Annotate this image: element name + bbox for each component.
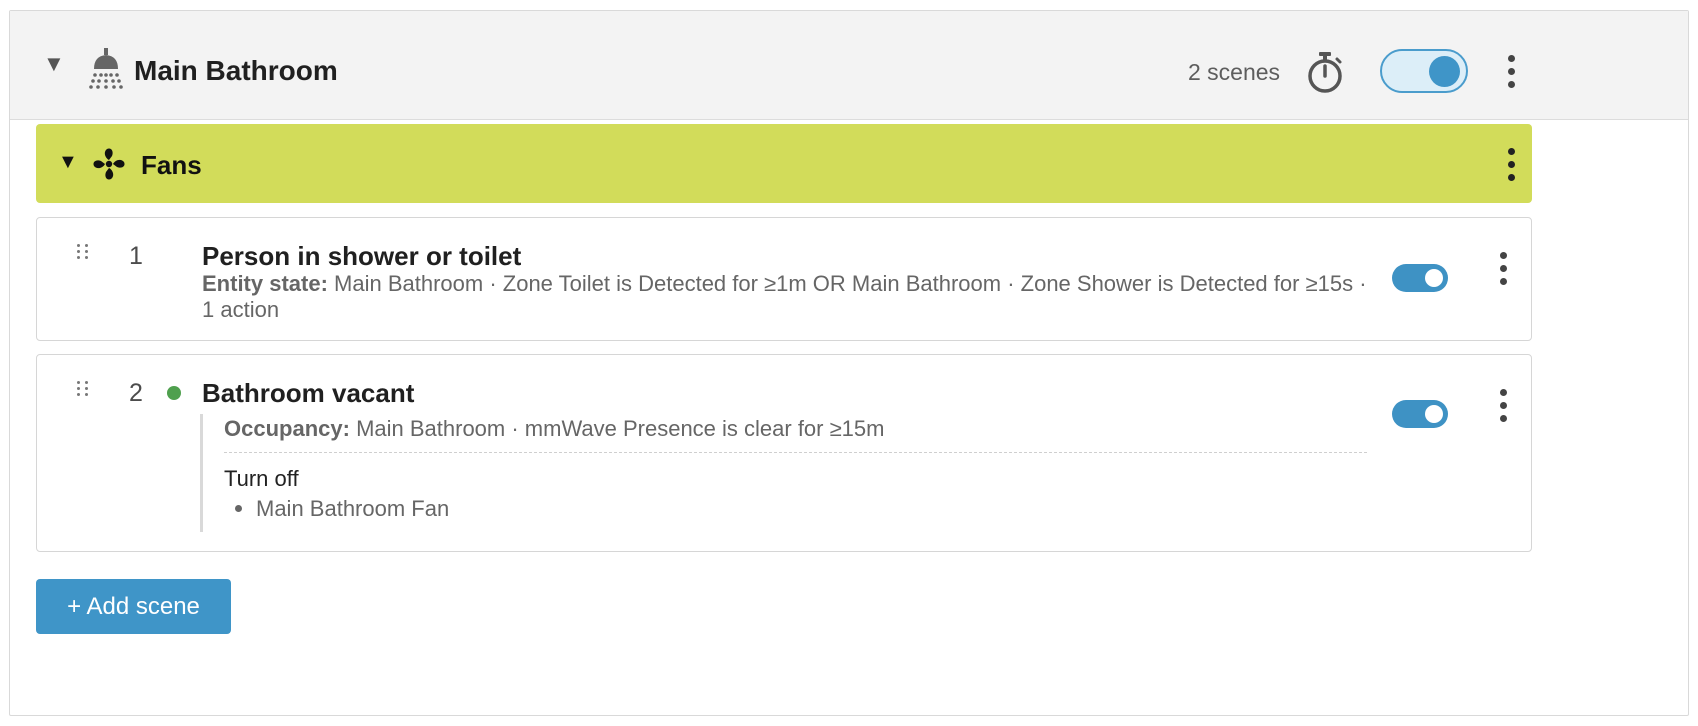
- scene-description: Entity state: Main Bathroom · Zone Toile…: [202, 271, 1372, 323]
- scene-count: 2 scenes: [1188, 59, 1281, 85]
- bullet-icon: [235, 504, 242, 512]
- toggle-knob: [1429, 56, 1460, 87]
- action-title: Turn off: [224, 466, 299, 491]
- scene-trigger-text: Main Bathroom · Zone Toilet is Detected …: [202, 271, 1367, 322]
- toggle-knob: [1425, 269, 1443, 287]
- condition-label: Occupancy:: [224, 416, 350, 441]
- room-header[interactable]: ▼ Main Bathroom 2 scenes: [10, 11, 1688, 120]
- stopwatch-icon[interactable]: [1304, 51, 1346, 93]
- add-scene-button[interactable]: + Add scene: [36, 579, 231, 634]
- scene-number: 2: [129, 379, 143, 407]
- collapse-group-icon[interactable]: ▼: [58, 152, 78, 172]
- scene-more-menu-icon[interactable]: [1491, 385, 1515, 425]
- action-item: Main Bathroom Fan: [235, 496, 449, 522]
- divider: [224, 452, 1367, 453]
- scene-condition: Occupancy: Main Bathroom · mmWave Presen…: [224, 416, 884, 442]
- scene-card[interactable]: 2 Bathroom vacant Occupancy: Main Bathro…: [36, 354, 1532, 552]
- room-card: ▼ Main Bathroom 2 scenes ▼ Fans 1 Person…: [9, 10, 1689, 716]
- scene-name: Person in shower or toilet: [202, 241, 522, 271]
- scene-number: 1: [129, 242, 143, 270]
- fan-icon: [93, 148, 125, 180]
- action-item-label: Main Bathroom Fan: [256, 496, 450, 521]
- room-more-menu-icon[interactable]: [1499, 51, 1523, 91]
- shower-icon: [89, 48, 123, 89]
- group-title: Fans: [141, 150, 202, 180]
- toggle-knob: [1425, 405, 1443, 423]
- drag-handle-icon[interactable]: [77, 244, 91, 264]
- scene-more-menu-icon[interactable]: [1491, 248, 1515, 288]
- group-more-menu-icon[interactable]: [1499, 144, 1523, 184]
- room-title: Main Bathroom: [134, 55, 338, 86]
- scene-details: Occupancy: Main Bathroom · mmWave Presen…: [200, 414, 1370, 532]
- scene-name: Bathroom vacant: [202, 378, 415, 408]
- collapse-room-icon[interactable]: ▼: [43, 53, 65, 75]
- condition-text: Main Bathroom · mmWave Presence is clear…: [356, 416, 885, 441]
- active-status-dot: [167, 386, 181, 400]
- scene-enable-toggle[interactable]: [1392, 264, 1448, 292]
- scene-trigger-label: Entity state:: [202, 271, 328, 296]
- room-enable-toggle[interactable]: [1380, 49, 1468, 93]
- scene-enable-toggle[interactable]: [1392, 400, 1448, 428]
- group-header-fans[interactable]: ▼ Fans: [36, 124, 1532, 203]
- scene-card[interactable]: 1 Person in shower or toilet Entity stat…: [36, 217, 1532, 341]
- drag-handle-icon[interactable]: [77, 381, 91, 401]
